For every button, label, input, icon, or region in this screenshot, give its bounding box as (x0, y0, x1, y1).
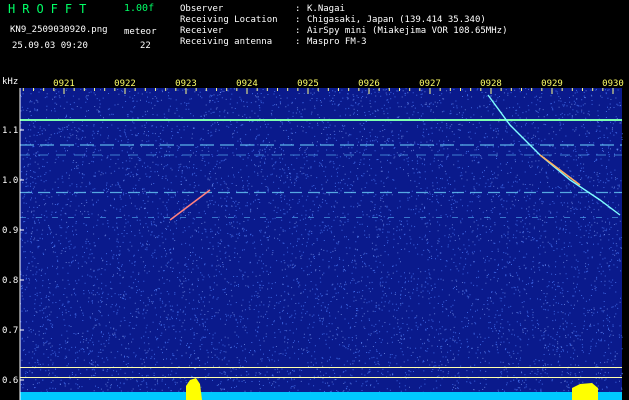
spectrogram-background (20, 88, 622, 400)
info-row-antenna: Receiving antenna: Maspro FM-3 (180, 37, 367, 47)
info-value: Maspro FM-3 (307, 37, 367, 47)
version-label: 1.00f (124, 3, 155, 14)
x-tick-label: 0924 (236, 79, 258, 89)
x-tick-label: 0921 (53, 79, 75, 89)
info-value: AirSpy mini (Miakejima VOR 108.65MHz) (307, 26, 508, 36)
x-tick-label: 0930 (602, 79, 624, 89)
y-axis-label: kHz (2, 77, 18, 87)
x-tick-label: 0928 (480, 79, 502, 89)
meteor-count: 22 (140, 41, 151, 51)
date-time: 25.09.03 09:20 (12, 41, 88, 51)
station-info: Observer: K.Nagai Receiving Location: Chig… (180, 4, 507, 48)
spectrogram-panel: kHz 1.1 1.0 0.9 0.8 0.7 0.6 0921 0922 0923 0924 092… (0, 74, 629, 400)
y-tick-label: 0.8 (2, 276, 18, 286)
y-tick-label: 0.9 (2, 226, 18, 236)
info-key: Receiving antenna (180, 37, 273, 47)
y-tick-label: 0.6 (2, 376, 18, 386)
file-name: KN9_2509030920.png (10, 25, 108, 35)
info-value: Chigasaki, Japan (139.414 35.340) (307, 15, 486, 25)
app-title: HROFFT (8, 2, 94, 16)
header-panel: HROFFT 1.00f KN9_2509030920.png meteor 2… (0, 0, 629, 74)
intensity-strip (20, 392, 622, 400)
info-row-receiver: Receiver: AirSpy mini (Miakejima VOR 108.… (180, 26, 508, 36)
info-key: Receiver (180, 26, 224, 36)
y-tick-label: 0.7 (2, 326, 18, 336)
x-tick-label: 0922 (114, 79, 136, 89)
y-tick-label: 1.0 (2, 176, 18, 186)
meteor-label: meteor (124, 27, 157, 37)
x-tick-label: 0929 (541, 79, 563, 89)
info-row-observer: Observer: K.Nagai (180, 4, 345, 14)
info-row-location: Receiving Location: Chigasaki, Japan (139… (180, 15, 486, 25)
y-tick-label: 1.1 (2, 126, 18, 136)
info-key: Observer (180, 4, 224, 14)
x-tick-label: 0925 (297, 79, 319, 89)
spectrogram: kHz 1.1 1.0 0.9 0.8 0.7 0.6 0921 0922 0923 0924 092… (2, 77, 624, 400)
x-tick-label: 0927 (419, 79, 441, 89)
info-key: Receiving Location (180, 15, 278, 25)
x-tick-label: 0926 (358, 79, 380, 89)
x-tick-label: 0923 (175, 79, 197, 89)
info-value: K.Nagai (307, 4, 345, 14)
